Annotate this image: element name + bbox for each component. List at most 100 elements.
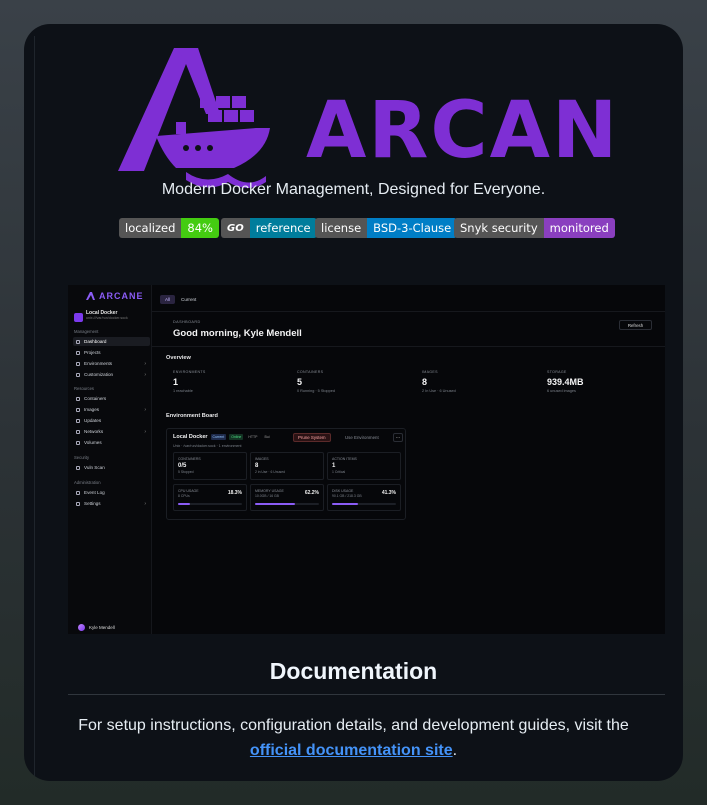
nav-containers[interactable]: Containers [73, 394, 150, 403]
image-icon [76, 407, 80, 412]
prune-system-button[interactable]: Prune System [293, 433, 331, 442]
box-value: 8 [255, 463, 259, 469]
disk-usage-box: DISK USAGE 41.3% 90.1 GB / 218.3 GB [327, 484, 401, 511]
documentation-period: . [452, 742, 458, 759]
nav-settings[interactable]: Settings › [73, 499, 150, 508]
chevron-icon: › [144, 406, 146, 413]
cpu-usage-box: CPU USAGE 18.3% 8 CPUs [173, 484, 247, 511]
stat-value: 8 [422, 377, 428, 387]
stat-label: IMAGES [422, 370, 438, 374]
section-administration: Administration [74, 480, 101, 485]
app-sidebar: ARCANE Local Docker unix:///var/run/dock… [68, 285, 152, 634]
nav-volumes[interactable]: Volumes [73, 438, 150, 447]
refresh-icon [76, 418, 80, 423]
usage-bar [255, 503, 319, 505]
use-environment-button[interactable]: Use Environment [341, 433, 383, 442]
section-management: Management [74, 329, 99, 334]
use-label: Use Environment [345, 435, 379, 440]
avatar [78, 624, 85, 631]
badge-value: BSD-3-Clause [367, 218, 458, 238]
environment-socket: unix:///var/run/docker.sock [86, 316, 128, 320]
usage-fill [255, 503, 295, 505]
nav-images[interactable]: Images › [73, 405, 150, 414]
server-icon [76, 361, 80, 366]
usage-percent: 62.2% [304, 490, 319, 496]
database-icon [76, 440, 80, 445]
chevron-icon: › [144, 500, 146, 507]
nav-label: Images [84, 407, 100, 412]
app-logo-text: ARCANE [99, 291, 144, 301]
memory-usage-box: MEMORY USAGE 62.2% 10.0GB / 16 GB [250, 484, 324, 511]
nav-customization[interactable]: Customization › [73, 370, 150, 379]
badge-value: reference [249, 218, 317, 238]
usage-bar [332, 503, 396, 505]
app-topbar: All Current [160, 295, 196, 304]
badge-license[interactable]: license BSD-3-Clause [315, 218, 458, 238]
more-button[interactable]: ··· [393, 433, 403, 442]
box-value: 0/5 [178, 463, 187, 469]
section-resources: Resources [74, 386, 95, 391]
stat-environments: ENVIRONMENTS 1 1 reachable [173, 370, 206, 393]
refresh-button[interactable]: Refresh [619, 320, 652, 330]
app-screenshot: ARCANE Local Docker unix:///var/run/dock… [68, 285, 665, 634]
nav-updates[interactable]: Updates [73, 416, 150, 425]
divider [152, 346, 665, 347]
box-sub: 5 Stopped [178, 470, 194, 474]
nav-label: Updates [84, 418, 102, 423]
breadcrumb[interactable]: Current [181, 297, 196, 302]
stat-sub: 6 unused images [547, 389, 576, 393]
box-value: 1 [332, 463, 336, 469]
nav-environments[interactable]: Environments › [73, 359, 150, 368]
environment-card: Local Docker Current Online HTTP Bui Uni… [166, 428, 406, 520]
nav-label: Vuln Scan [84, 465, 105, 470]
stat-value: 939.4MB [547, 377, 584, 387]
nav-label: Settings [84, 501, 101, 506]
stat-value: 1 [173, 377, 179, 387]
chevron-icon: › [144, 371, 146, 378]
box-sub: 1 Critical [332, 470, 346, 474]
readme-card: ARCANE Modern Docker Management, Designe… [24, 24, 683, 781]
stat-images: IMAGES 8 2 In Use · 6 Unused [422, 370, 456, 393]
gear-icon [76, 501, 80, 506]
env-board-heading: Environment Board [166, 413, 218, 419]
page-title: Good morning, Kyle Mendell [173, 328, 302, 339]
nav-label: Containers [84, 396, 107, 401]
tagline: Modern Docker Management, Designed for E… [161, 181, 546, 198]
arcane-logo: ARCANE [118, 48, 626, 188]
home-icon [76, 339, 80, 344]
usage-bar [178, 503, 242, 505]
badge-label: Snyk security [454, 218, 544, 238]
nav-label: Volumes [84, 440, 102, 445]
stat-sub: 0 Running · 5 Stopped [297, 389, 335, 393]
box-label: CONTAINERS [178, 457, 201, 461]
network-icon [76, 429, 80, 434]
documentation-heading: Documentation [269, 658, 438, 684]
nav-projects[interactable]: Projects [73, 348, 150, 357]
env-card-meta: Unix · /var/run/docker.sock · 1 environm… [173, 444, 242, 448]
user-name: Kyle Mendell [89, 625, 115, 630]
nav-dashboard[interactable]: Dashboard [73, 337, 150, 346]
stat-storage: STORAGE 939.4MB 6 unused images [547, 370, 584, 393]
stat-label: ENVIRONMENTS [173, 370, 206, 374]
logo-wordmark: ARCANE [306, 86, 626, 176]
env-filter-pill[interactable]: All [160, 295, 176, 304]
nav-label: Event Log [84, 490, 105, 495]
user-menu[interactable]: Kyle Mendell [78, 624, 115, 631]
documentation-link[interactable]: official documentation site [250, 742, 453, 759]
badge-snyk[interactable]: Snyk security monitored [454, 218, 615, 238]
divider [152, 311, 665, 312]
env-card-header: Local Docker Current Online HTTP Bui [173, 434, 272, 440]
badge-localized[interactable]: localized 84% [119, 218, 219, 238]
arcane-icon [86, 292, 95, 300]
documentation-body: For setup instructions, configuration de… [78, 717, 629, 734]
heading-rule [68, 694, 665, 695]
badge-go-reference[interactable]: GO reference [221, 218, 317, 238]
environment-switcher[interactable]: Local Docker unix:///var/run/docker.sock [74, 310, 148, 325]
prune-label: Prune System [298, 435, 326, 440]
nav-vuln-scan[interactable]: Vuln Scan [73, 463, 150, 472]
app-logo: ARCANE [86, 291, 144, 301]
box-sub: 2 in Use · 6 Unused [255, 470, 285, 474]
usage-fill [332, 503, 359, 505]
nav-event-log[interactable]: Event Log [73, 488, 150, 497]
nav-networks[interactable]: Networks › [73, 427, 150, 436]
